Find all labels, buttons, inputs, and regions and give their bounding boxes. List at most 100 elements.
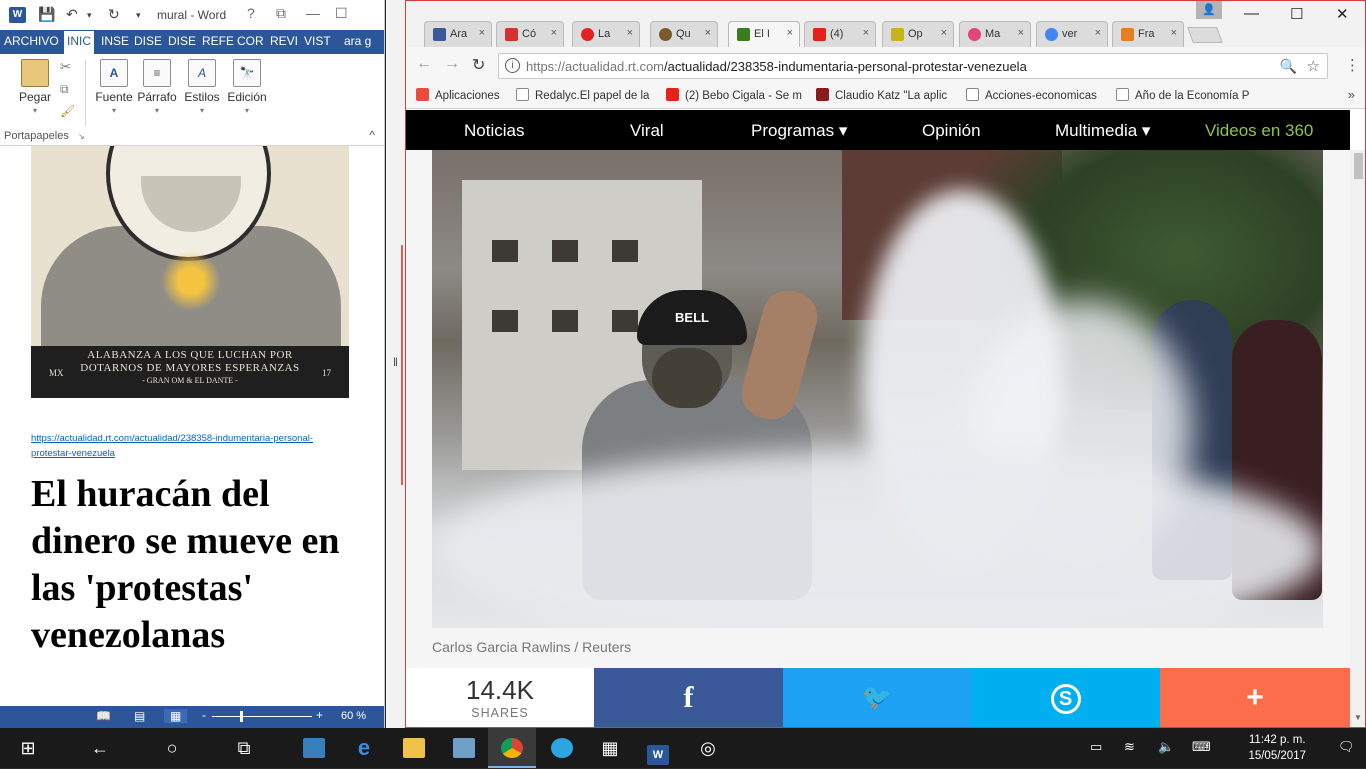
window-splitter[interactable]: ‖ xyxy=(386,0,406,728)
taskbar-chrome[interactable] xyxy=(488,728,536,768)
reload-icon[interactable]: ↻ xyxy=(472,55,485,75)
browser-tab[interactable]: (4) × xyxy=(804,21,876,47)
browser-tab[interactable]: ver × xyxy=(1036,21,1108,47)
profile-button[interactable]: 👤 xyxy=(1196,1,1222,19)
bookmark-apps[interactable]: Aplicaciones xyxy=(416,88,500,102)
tab-close-icon[interactable]: × xyxy=(787,27,793,39)
taskbar-explorer[interactable] xyxy=(390,728,438,768)
redo-icon[interactable]: ↻ xyxy=(108,6,120,23)
nav-videos-360[interactable]: Videos en 360 xyxy=(1205,121,1313,141)
browser-tab[interactable]: Fra × xyxy=(1112,21,1184,47)
cut-icon[interactable]: ✂ xyxy=(60,59,71,75)
zoom-out-button[interactable]: - xyxy=(202,708,206,722)
undo-dropdown-icon[interactable]: ▾ xyxy=(87,10,92,21)
zoom-in-button[interactable]: + xyxy=(316,708,323,722)
new-tab-button[interactable] xyxy=(1187,27,1223,43)
zoom-slider-track[interactable] xyxy=(212,716,312,717)
tab-close-icon[interactable]: × xyxy=(705,27,711,39)
browser-tab[interactable]: Qu × xyxy=(650,21,718,47)
copy-icon[interactable]: ⧉ xyxy=(60,82,69,97)
bookmark-item[interactable]: Redalyc.El papel de la xyxy=(516,88,656,102)
chrome-minimize-button[interactable]: — xyxy=(1244,5,1259,22)
chrome-close-button[interactable]: ✕ xyxy=(1336,5,1349,23)
taskbar-devices[interactable] xyxy=(440,728,488,768)
chrome-menu-icon[interactable]: ⋮ xyxy=(1345,56,1360,74)
browser-tab[interactable]: La × xyxy=(572,21,640,47)
bookmarks-overflow-button[interactable]: » xyxy=(1348,87,1355,102)
tab-close-icon[interactable]: × xyxy=(551,27,557,39)
page-scrollbar[interactable]: ▼ xyxy=(1350,150,1365,727)
keyboard-icon[interactable]: ⌨ xyxy=(1192,739,1211,755)
undo-icon[interactable]: ↶ xyxy=(66,6,78,23)
tab-close-icon[interactable]: × xyxy=(1095,27,1101,39)
minimize-button[interactable]: — xyxy=(306,5,320,21)
site-info-icon[interactable]: i xyxy=(505,58,520,73)
tab-close-icon[interactable]: × xyxy=(941,27,947,39)
nav-multimedia[interactable]: Multimedia ▾ xyxy=(1055,121,1150,141)
address-bar[interactable]: i https://actualidad.rt.com/actualidad/2… xyxy=(498,53,1328,79)
tab-referencias[interactable]: REFE xyxy=(202,34,234,48)
tab-diseno[interactable]: DISE xyxy=(134,34,162,48)
browser-tab[interactable]: Op × xyxy=(882,21,954,47)
tab-close-icon[interactable]: × xyxy=(627,27,633,39)
print-layout-icon[interactable]: ▤ xyxy=(134,709,145,723)
back-button[interactable]: ← xyxy=(76,728,124,768)
task-view-button[interactable]: ⧉ xyxy=(220,728,268,768)
word-logo-icon[interactable]: W xyxy=(9,7,26,23)
taskbar-word[interactable]: W xyxy=(634,728,682,768)
format-painter-icon[interactable]: 🖌 xyxy=(60,104,75,118)
splitter-handle-icon[interactable]: ‖ xyxy=(393,355,398,369)
nav-noticias[interactable]: Noticias xyxy=(464,121,524,141)
help-button[interactable]: ? xyxy=(247,5,255,21)
tab-close-icon[interactable]: × xyxy=(1171,27,1177,39)
zoom-level[interactable]: 60 % xyxy=(341,710,366,722)
read-mode-icon[interactable]: 📖 xyxy=(96,709,111,723)
skype-share-button[interactable]: S xyxy=(971,668,1160,727)
nav-programas[interactable]: Programas ▾ xyxy=(751,121,847,141)
taskbar-telegram[interactable] xyxy=(538,728,586,768)
back-icon[interactable]: ← xyxy=(416,55,432,73)
tab-inicio[interactable]: INIC xyxy=(64,31,94,54)
customize-qa-icon[interactable]: ▾ xyxy=(136,10,141,21)
tab-diseno-pagina[interactable]: DISE xyxy=(168,34,196,48)
bookmark-item[interactable]: Claudio Katz "La aplic xyxy=(816,88,956,102)
save-icon[interactable]: 💾 xyxy=(38,6,55,23)
chrome-maximize-button[interactable]: ☐ xyxy=(1290,5,1303,23)
styles-button[interactable]: A Estilos ▾ xyxy=(181,54,223,115)
volume-icon[interactable]: 🔈 xyxy=(1158,739,1174,755)
tab-close-icon[interactable]: × xyxy=(863,27,869,39)
browser-tab[interactable]: Có × xyxy=(496,21,564,47)
clipboard-launcher-icon[interactable]: ↘ xyxy=(78,132,85,141)
tab-revisar[interactable]: REVI xyxy=(270,34,298,48)
taskbar-calculator[interactable]: ▦ xyxy=(586,728,634,768)
zoom-icon[interactable]: 🔍 xyxy=(1280,58,1297,75)
web-layout-icon[interactable]: ▦ xyxy=(164,709,188,723)
taskbar-groove[interactable]: ◎ xyxy=(684,728,732,768)
scroll-down-icon[interactable]: ▼ xyxy=(1354,713,1362,722)
more-share-button[interactable]: + xyxy=(1160,668,1350,727)
facebook-share-button[interactable]: f xyxy=(594,668,783,727)
notifications-icon[interactable]: 🗨 xyxy=(1338,739,1355,755)
taskbar-app[interactable] xyxy=(290,728,338,768)
maximize-button[interactable]: ☐ xyxy=(335,5,348,22)
bookmark-item[interactable]: (2) Bebo Cigala - Se m xyxy=(666,88,806,102)
twitter-share-button[interactable]: 🐦 xyxy=(783,668,971,727)
forward-icon[interactable]: → xyxy=(444,55,460,73)
zoom-slider-thumb[interactable] xyxy=(240,711,243,722)
tab-extra[interactable]: ara g xyxy=(344,34,371,48)
bookmark-item[interactable]: Acciones-economicas xyxy=(966,88,1106,102)
bookmark-star-icon[interactable]: ☆ xyxy=(1307,57,1320,75)
tab-archivo[interactable]: ARCHIVO xyxy=(4,34,59,48)
tab-vista[interactable]: VIST xyxy=(304,34,331,48)
paste-button[interactable]: Pegar ▾ xyxy=(14,54,56,115)
tab-close-icon[interactable]: × xyxy=(479,27,485,39)
tab-correspondencia[interactable]: COR xyxy=(237,34,264,48)
start-button[interactable]: ⊞ xyxy=(4,728,52,768)
bookmark-item[interactable]: Año de la Economía P xyxy=(1116,88,1256,102)
nav-opinion[interactable]: Opinión xyxy=(922,121,981,141)
taskbar-edge[interactable]: e xyxy=(340,728,388,768)
browser-tab[interactable]: Ara × xyxy=(424,21,492,47)
cortana-button[interactable]: ○ xyxy=(148,728,196,768)
battery-icon[interactable]: ▭ xyxy=(1090,739,1102,755)
paragraph-button[interactable]: ≡ Párrafo ▾ xyxy=(136,54,178,115)
